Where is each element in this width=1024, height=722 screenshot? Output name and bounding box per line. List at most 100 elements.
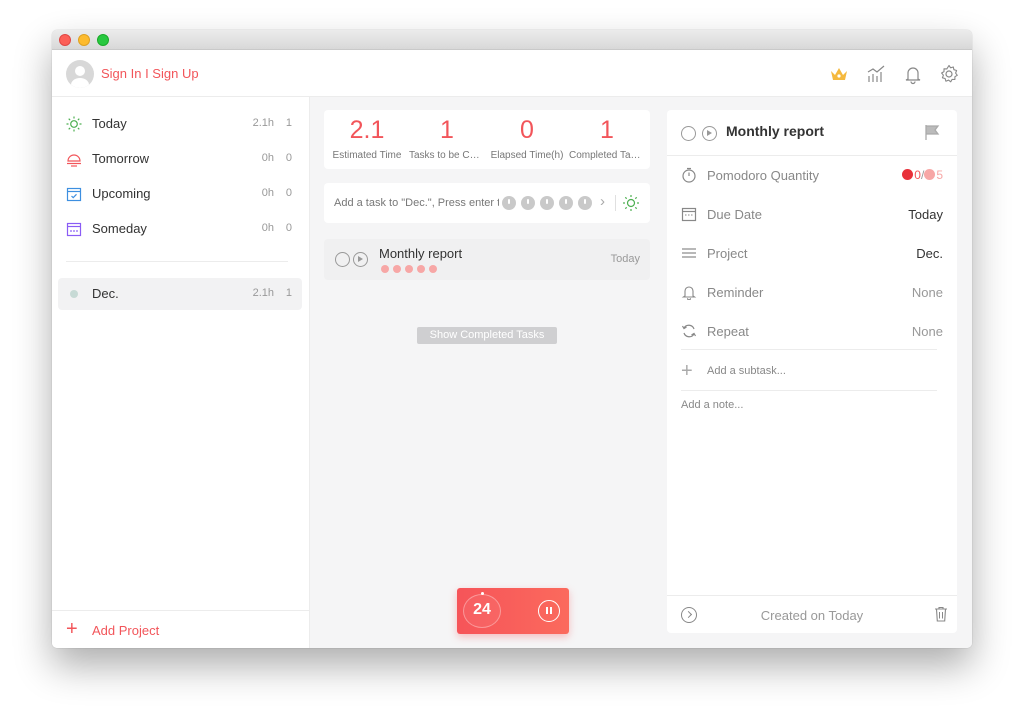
reminder-label: Reminder xyxy=(707,285,764,300)
bell-icon xyxy=(681,286,697,300)
tomato-icon xyxy=(924,169,936,180)
trash-icon[interactable] xyxy=(934,606,948,622)
divider xyxy=(681,349,937,350)
complete-checkbox[interactable] xyxy=(681,126,696,141)
sidebar-item-label: Dec. xyxy=(92,286,119,301)
sidebar-item-count: 1 xyxy=(285,287,292,299)
timer-progress-dot xyxy=(481,592,484,595)
pomodoro-dot-icon xyxy=(429,265,437,273)
sidebar-item-project-dec[interactable]: Dec. 2.1h 1 xyxy=(58,278,302,310)
pomodoro-estimate-2-icon[interactable] xyxy=(521,196,535,210)
pause-icon[interactable] xyxy=(538,600,560,622)
project-value: Dec. xyxy=(916,246,943,261)
list-icon xyxy=(682,248,696,258)
task-list-panel: 2.1 Estimated Time 1 Tasks to be Complet… xyxy=(310,97,666,648)
task-row[interactable]: Monthly report Today xyxy=(324,239,650,280)
add-subtask-label: Add a subtask... xyxy=(707,365,786,377)
pomodoro-estimate-3-icon[interactable] xyxy=(540,196,554,210)
avatar[interactable] xyxy=(66,60,94,88)
sidebar-item-time: 2.1h xyxy=(252,287,274,299)
project-row[interactable]: Project Dec. xyxy=(667,234,957,272)
calendar-dots-icon xyxy=(66,222,82,237)
stat-value: 1 xyxy=(440,116,454,144)
repeat-value: None xyxy=(911,324,943,339)
stat-completed-tasks: 1 Completed Tasks xyxy=(567,110,647,169)
sidebar-item-time: 2.1h xyxy=(252,117,274,129)
bell-icon[interactable] xyxy=(902,63,924,85)
sidebar-divider xyxy=(66,261,288,262)
repeat-label: Repeat xyxy=(707,324,749,339)
sidebar-item-count: 0 xyxy=(285,152,292,164)
pomodoro-estimate-5-icon[interactable] xyxy=(578,196,592,210)
close-window-button[interactable] xyxy=(59,34,71,46)
sun-icon[interactable] xyxy=(622,194,640,212)
divider xyxy=(615,195,616,211)
add-subtask-button[interactable]: + Add a subtask... xyxy=(681,360,941,387)
sidebar-item-time: 0h xyxy=(261,187,274,199)
pomodoro-estimate-1-icon[interactable] xyxy=(502,196,516,210)
add-task-input[interactable] xyxy=(334,194,499,212)
sunrise-icon xyxy=(67,154,81,167)
repeat-icon xyxy=(681,324,697,338)
title-bar xyxy=(52,30,972,50)
add-project-label: Add Project xyxy=(92,623,160,638)
detail-title[interactable]: Monthly report xyxy=(726,123,824,139)
stopwatch-icon xyxy=(682,167,696,183)
pomodoro-dot-icon xyxy=(405,265,413,273)
sidebar-item-tomorrow[interactable]: Tomorrow 0h 0 xyxy=(58,143,302,175)
sidebar-item-label: Someday xyxy=(92,221,147,236)
stat-caption: Elapsed Time(h) xyxy=(490,150,564,161)
calendar-icon xyxy=(681,207,697,222)
sidebar-item-someday[interactable]: Someday 0h 0 xyxy=(58,213,302,245)
add-task-bar: › xyxy=(324,183,650,223)
plus-icon: + xyxy=(681,360,693,382)
pomodoro-quantity-label: Pomodoro Quantity xyxy=(707,168,820,183)
reminder-row[interactable]: Reminder None xyxy=(667,273,957,311)
timer-value: 24 xyxy=(473,601,491,618)
pomodoro-estimate-4-icon[interactable] xyxy=(559,196,573,210)
sidebar-item-label: Tomorrow xyxy=(92,151,150,166)
pomodoro-dot-icon xyxy=(381,265,389,273)
sign-in-link[interactable]: Sign In I Sign Up xyxy=(101,66,199,81)
complete-checkbox[interactable] xyxy=(335,252,350,267)
settings-gear-icon[interactable] xyxy=(938,63,960,85)
pomodoro-timer-widget[interactable]: 24 xyxy=(457,588,569,634)
chevron-right-icon[interactable]: › xyxy=(600,193,605,210)
pomodoro-quantity-row[interactable]: Pomodoro Quantity 0/5 xyxy=(667,156,957,194)
due-date-row[interactable]: Due Date Today xyxy=(667,195,957,233)
statistics-icon[interactable] xyxy=(865,63,887,85)
flag-icon[interactable] xyxy=(924,124,940,140)
created-date: Created on Today xyxy=(760,608,864,623)
minimize-window-button[interactable] xyxy=(78,34,90,46)
zoom-window-button[interactable] xyxy=(97,34,109,46)
show-completed-tasks-button[interactable]: Show Completed Tasks xyxy=(417,327,557,344)
plus-icon: + xyxy=(66,618,78,640)
divider xyxy=(681,390,937,391)
sidebar-item-time: 0h xyxy=(261,152,274,164)
top-header: Sign In I Sign Up xyxy=(52,50,972,97)
note-input[interactable] xyxy=(681,399,941,599)
play-icon[interactable] xyxy=(353,252,368,267)
play-icon[interactable] xyxy=(702,126,717,141)
sidebar-item-count: 0 xyxy=(285,187,292,199)
repeat-row[interactable]: Repeat None xyxy=(667,312,957,350)
sidebar-item-time: 0h xyxy=(261,222,274,234)
pomodoro-done: 0 xyxy=(914,168,921,182)
project-label: Project xyxy=(707,246,748,261)
crown-icon[interactable] xyxy=(828,63,850,85)
task-due-date: Today xyxy=(610,253,640,265)
stat-value: 1 xyxy=(600,116,614,144)
stat-value: 0 xyxy=(520,116,534,144)
tomato-icon xyxy=(902,169,914,180)
sidebar-item-label: Today xyxy=(92,116,127,131)
project-color-dot-icon xyxy=(70,290,78,298)
sidebar-item-upcoming[interactable]: Upcoming 0h 0 xyxy=(58,178,302,210)
sidebar-item-count: 1 xyxy=(285,117,292,129)
calendar-check-icon xyxy=(66,187,82,202)
stat-value: 2.1 xyxy=(349,116,385,144)
stat-elapsed-time: 0 Elapsed Time(h) xyxy=(487,110,567,169)
pomodoro-total: 5 xyxy=(936,168,943,182)
task-detail-panel: Monthly report Pomodoro Quantity 0/5 Due… xyxy=(667,110,957,633)
add-project-button[interactable]: + Add Project xyxy=(52,610,309,648)
sidebar-item-today[interactable]: Today 2.1h 1 xyxy=(58,108,302,140)
